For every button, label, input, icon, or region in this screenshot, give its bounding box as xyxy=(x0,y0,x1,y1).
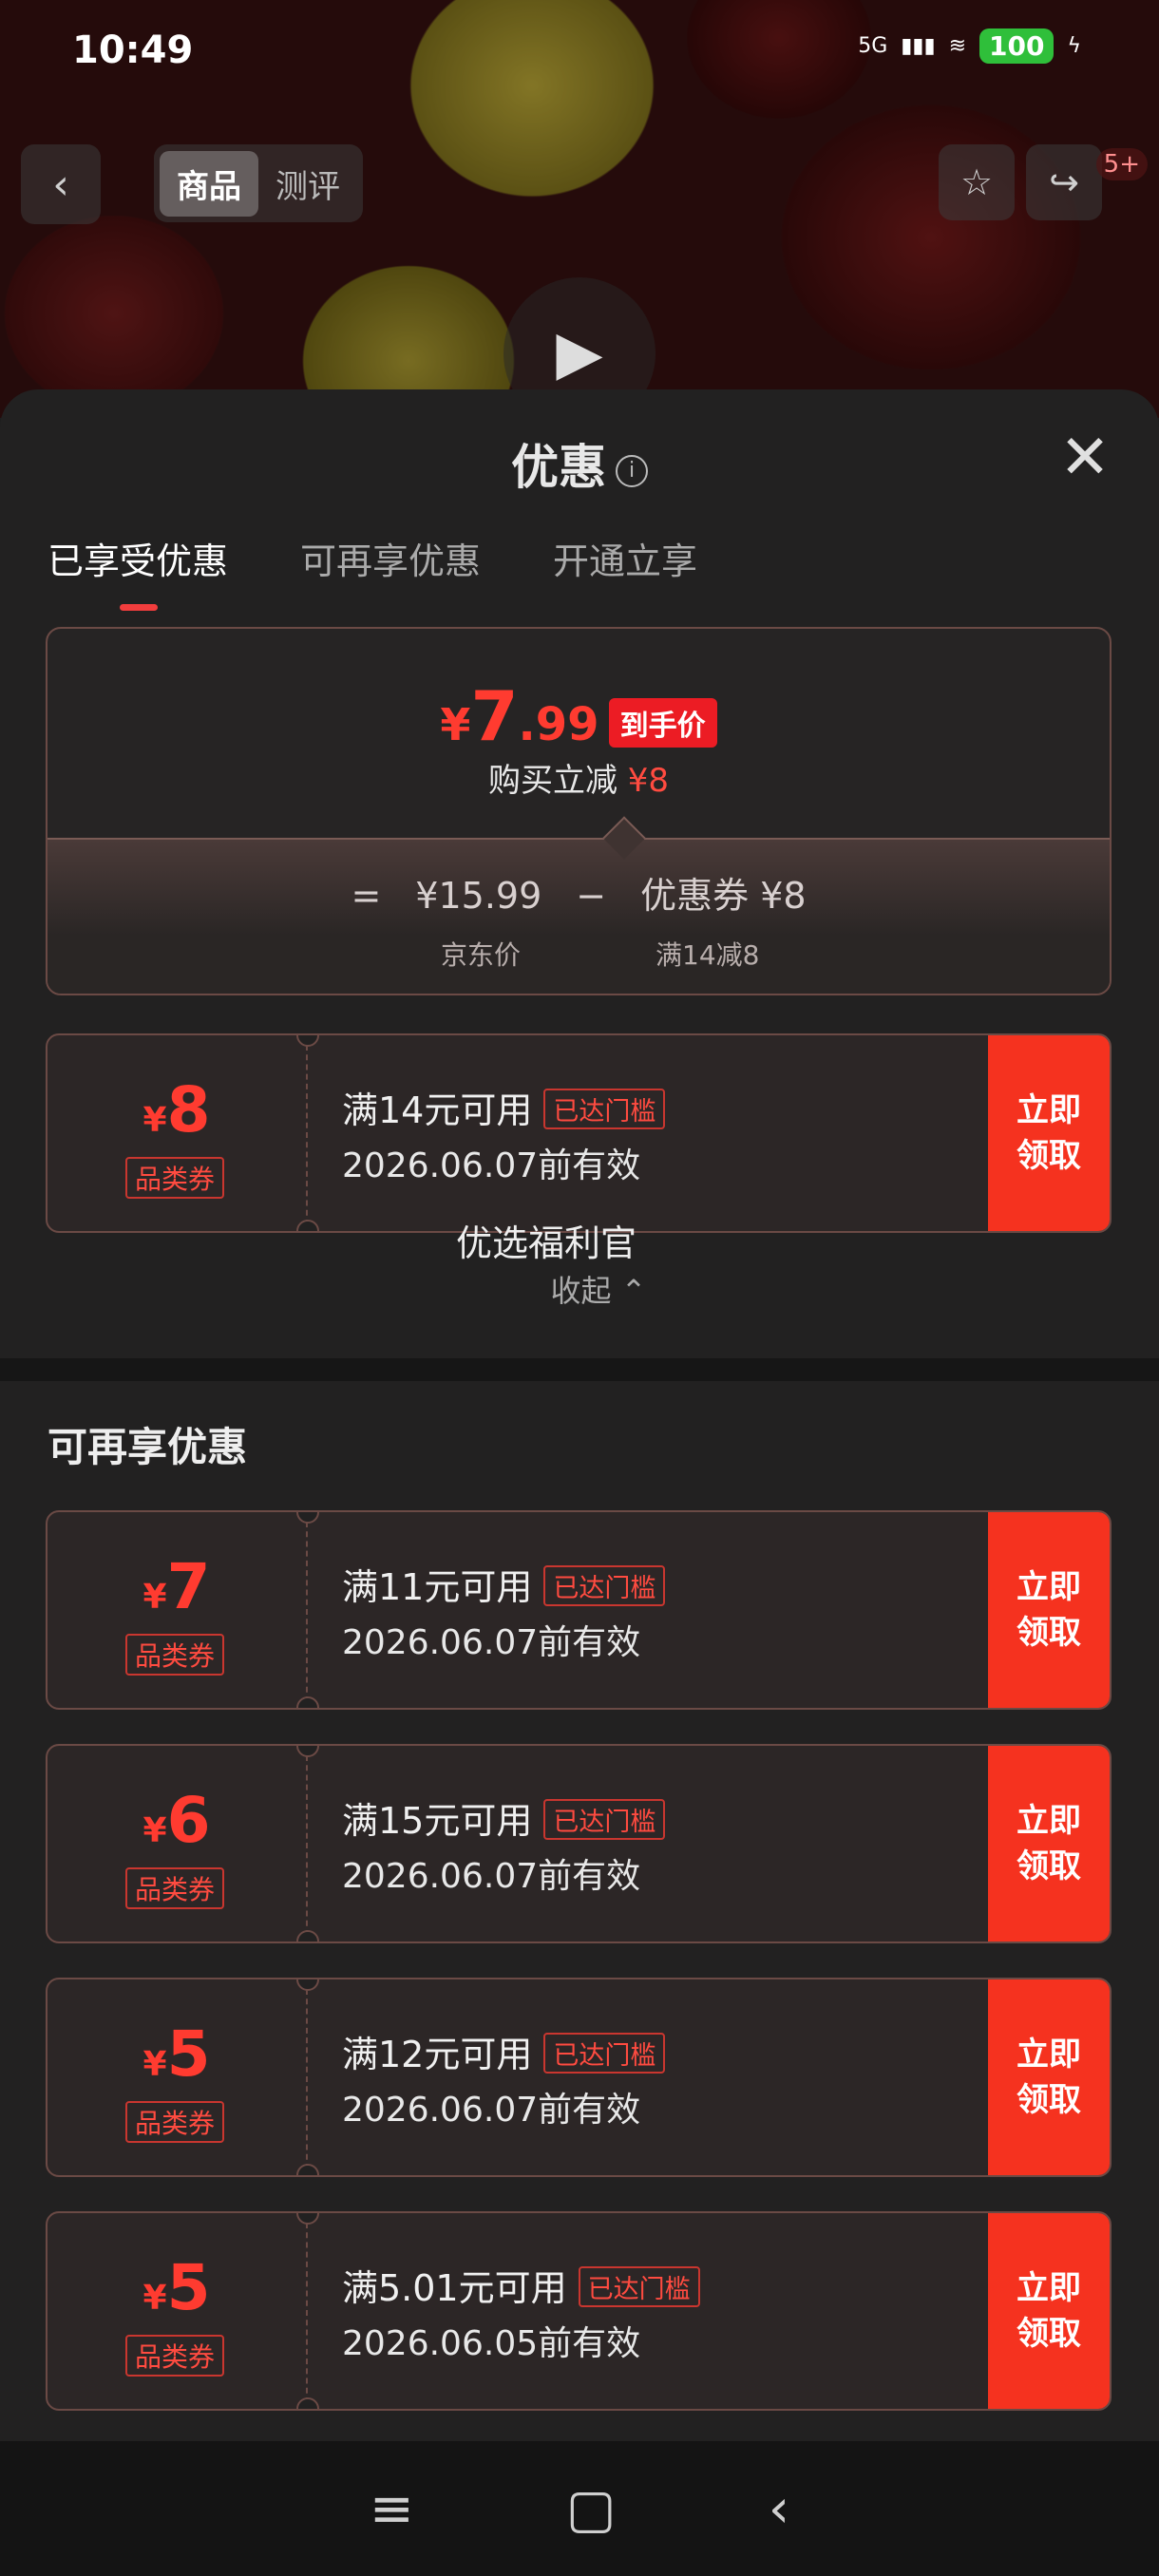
coupon-title: 满14元可用 已达门槛 xyxy=(342,1081,666,1133)
coupon-date: 2026.06.07前有效 xyxy=(342,2091,641,2130)
claim-button-label: 立即 领取 xyxy=(1016,2269,1081,2353)
info-icon[interactable]: i xyxy=(616,454,648,487)
coupon-value: ¥6 xyxy=(142,1784,211,1857)
claim-button-label: 立即 领取 xyxy=(1016,1091,1081,1175)
coupon-title: 满12元可用 已达门槛 xyxy=(342,2025,666,2077)
coupon-date: 2026.06.05前有效 xyxy=(342,2324,641,2363)
coupon-type: 品类券 xyxy=(125,1157,225,1199)
claim-button[interactable]: 立即 领取 xyxy=(988,2213,1110,2409)
coupon-type: 品类券 xyxy=(125,2335,225,2377)
threshold-tag: 已达门槛 xyxy=(543,1799,666,1840)
jd-price: ¥15.99 xyxy=(415,875,542,917)
coupon-title: 满15元可用 已达门槛 xyxy=(342,1791,666,1844)
claim-button-label: 立即 领取 xyxy=(1016,1802,1081,1885)
coupon-card: ¥7 品类券 满11元可用 已达门槛 2026.06.07前有效 立即 领取 xyxy=(46,1510,1112,1710)
claim-button[interactable]: 立即 领取 xyxy=(988,1746,1110,1941)
section-divider xyxy=(0,1358,1159,1381)
coupon-card: ¥5 品类券 满5.01元可用 已达门槛 2026.06.05前有效 立即 领取 xyxy=(46,2211,1112,2411)
price-formula: = ¥15.99− 优惠券 ¥8 xyxy=(351,875,807,917)
charging-icon: ϟ xyxy=(1067,34,1081,58)
coupon-value: ¥8 xyxy=(142,1073,211,1146)
welfare-label: 优选福利官 xyxy=(455,1222,636,1264)
nav-back-icon[interactable]: ‹ xyxy=(769,2478,789,2540)
coupon-date: 2026.06.07前有效 xyxy=(342,1857,641,1896)
threshold-tag: 已达门槛 xyxy=(543,1565,666,1606)
coupon-type: 品类券 xyxy=(125,2101,225,2143)
home-icon[interactable]: ▢ xyxy=(566,2478,617,2540)
claim-button[interactable]: 立即 领取 xyxy=(988,1512,1110,1708)
claim-button[interactable]: 立即 领取 xyxy=(988,1979,1110,2175)
sheet-title: 优惠 xyxy=(511,440,606,495)
final-price-line: ¥7.99 到手价 xyxy=(48,676,1110,761)
coupon-card: ¥8 品类券 满14元可用 已达门槛 2026.06.07前有效 立即 领取 xyxy=(46,1033,1112,1233)
threshold-tag: 已达门槛 xyxy=(543,1089,666,1129)
coupon-title: 满11元可用 已达门槛 xyxy=(342,1558,666,1610)
tab-activate[interactable]: 开通立享 xyxy=(553,532,697,584)
share-icon[interactable]: ↪ xyxy=(1026,144,1102,220)
status-time: 10:49 xyxy=(72,28,194,72)
battery-indicator: 100 xyxy=(979,28,1054,64)
coupon-notch xyxy=(296,2397,319,2409)
buy-reduce: 购买立减 ¥8 xyxy=(487,762,670,800)
header-actions: ☆ ↪ xyxy=(939,144,1102,220)
network-label: 5G xyxy=(858,34,888,58)
sheet-title-row: 优惠 i xyxy=(0,429,1159,498)
coupon-date: 2026.06.07前有效 xyxy=(342,1146,641,1185)
coupon-notch xyxy=(296,1930,319,1941)
final-price: ¥7.99 xyxy=(440,676,599,756)
close-icon[interactable]: ✕ xyxy=(1056,427,1113,488)
coupon-date: 2026.06.07前有效 xyxy=(342,1623,641,1662)
coupon-divider xyxy=(306,1522,308,1702)
final-price-tag: 到手价 xyxy=(608,697,717,748)
star-icon[interactable]: ☆ xyxy=(939,144,1015,220)
coupon-value: ¥5 xyxy=(142,2017,211,2091)
menu-icon[interactable]: ≡ xyxy=(370,2478,414,2540)
coupon-type: 品类券 xyxy=(125,1867,225,1909)
header-tabs: 商品 测评 xyxy=(154,144,363,222)
coupon-notch xyxy=(296,2164,319,2175)
price-summary: ¥7.99 到手价 购买立减 ¥8 = ¥15.99− 优惠券 ¥8 京东价 满14减… xyxy=(46,627,1112,995)
coupon-rule: 满14减8 xyxy=(656,939,760,971)
tab-more[interactable]: 可再享优惠 xyxy=(300,532,481,584)
threshold-tag: 已达门槛 xyxy=(578,2266,700,2307)
message-badge[interactable]: 5+ xyxy=(1095,148,1148,180)
system-nav-bar: ≡ ▢ ‹ xyxy=(0,2441,1159,2576)
coupon-title: 满5.01元可用 已达门槛 xyxy=(342,2259,700,2311)
tab-product[interactable]: 商品 xyxy=(160,150,258,217)
coupon-value: ¥5 xyxy=(142,2251,211,2324)
coupon-card: ¥6 品类券 满15元可用 已达门槛 2026.06.07前有效 立即 领取 xyxy=(46,1744,1112,1943)
collapse-toggle[interactable]: 收起 ⌃ xyxy=(0,1267,1159,1311)
coupon-notch xyxy=(296,1696,319,1708)
coupon-divider xyxy=(306,1989,308,2169)
claim-button-label: 立即 领取 xyxy=(1016,2036,1081,2119)
discount-tabs: 已享受优惠 可再享优惠 开通立享 xyxy=(48,532,697,611)
coupon-divider xyxy=(306,1755,308,1936)
tab-applied[interactable]: 已享受优惠 xyxy=(48,532,228,611)
coupon-divider xyxy=(306,1045,308,1225)
back-icon[interactable]: ‹ xyxy=(21,144,101,224)
coupon-type: 品类券 xyxy=(125,1634,225,1676)
jd-price-label: 京东价 xyxy=(441,939,522,971)
claim-button[interactable]: 立即 领取 xyxy=(988,1035,1110,1231)
threshold-tag: 已达门槛 xyxy=(543,2033,666,2074)
claim-button-label: 立即 领取 xyxy=(1016,1568,1081,1652)
signal-icon: ▮▮▮ xyxy=(901,34,936,58)
status-icons: 5G ▮▮▮ ≋ 100 ϟ xyxy=(858,28,1081,64)
wifi-icon: ≋ xyxy=(948,34,967,58)
coupon-card: ¥5 品类券 满12元可用 已达门槛 2026.06.07前有效 立即 领取 xyxy=(46,1978,1112,2177)
coupon-amount: 优惠券 ¥8 xyxy=(640,875,807,917)
tab-review[interactable]: 测评 xyxy=(258,151,357,217)
coupon-value: ¥7 xyxy=(142,1550,211,1623)
more-section-title: 可再享优惠 xyxy=(48,1424,248,1470)
coupon-divider xyxy=(306,2223,308,2403)
